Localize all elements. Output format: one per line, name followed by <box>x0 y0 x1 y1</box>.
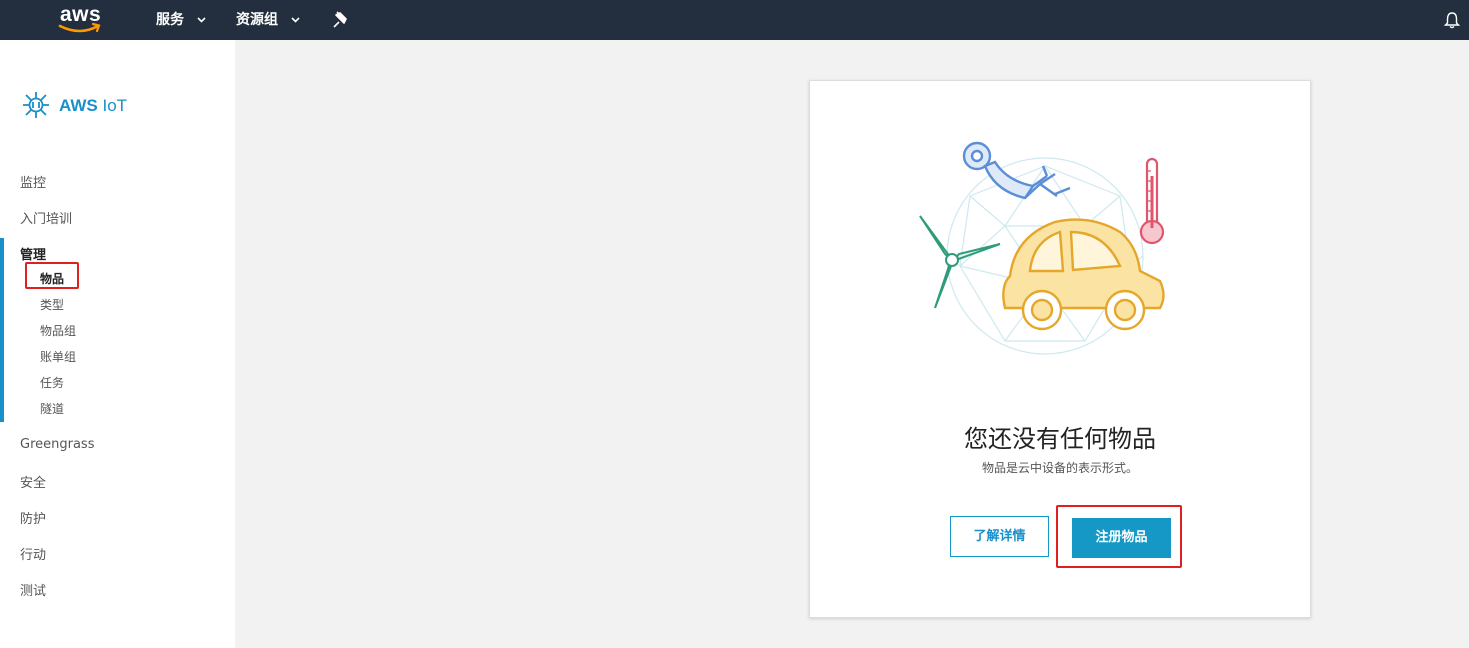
things-highlight-box <box>25 262 79 289</box>
bell-icon[interactable] <box>1443 11 1461 29</box>
sidebar: AWS IoT 监控 入门培训 管理 物品 类型 物品组 账单组 任务 隧道 G… <box>0 40 235 648</box>
aws-smile-icon <box>58 22 101 33</box>
sidebar-item-greengrass[interactable]: Greengrass <box>20 437 94 452</box>
services-label: 服务 <box>156 12 184 28</box>
register-highlight-box <box>1056 505 1182 568</box>
pin-icon[interactable] <box>332 11 348 29</box>
sidebar-subitem-tunnels[interactable]: 隧道 <box>40 400 64 417</box>
active-section-indicator <box>0 238 4 422</box>
chevron-down-icon <box>197 17 206 23</box>
brand-title: AWS IoT <box>59 96 127 116</box>
sidebar-item-defend[interactable]: 防护 <box>20 508 46 527</box>
sidebar-item-security[interactable]: 安全 <box>20 472 46 491</box>
aws-logo[interactable]: aws <box>58 4 104 36</box>
sidebar-subitem-types[interactable]: 类型 <box>40 296 64 313</box>
sidebar-item-act[interactable]: 行动 <box>20 544 46 563</box>
sidebar-item-onboard[interactable]: 入门培训 <box>20 208 72 227</box>
resource-groups-menu[interactable]: 资源组 <box>236 0 300 40</box>
resource-groups-label: 资源组 <box>236 12 278 28</box>
sidebar-subitem-billing-groups[interactable]: 账单组 <box>40 348 76 365</box>
services-menu[interactable]: 服务 <box>156 0 206 40</box>
top-navigation-bar: aws 服务 资源组 <box>0 0 1469 40</box>
sidebar-item-manage[interactable]: 管理 <box>20 244 46 263</box>
empty-state-subtitle: 物品是云中设备的表示形式。 <box>981 461 1138 475</box>
chevron-down-icon <box>291 17 300 23</box>
brand-title-strong: AWS <box>59 96 98 115</box>
iot-brand-icon <box>23 92 49 118</box>
iot-illustration <box>919 141 1165 355</box>
sidebar-subitem-jobs[interactable]: 任务 <box>40 374 64 391</box>
learn-more-button[interactable]: 了解详情 <box>950 516 1049 557</box>
sidebar-item-monitor[interactable]: 监控 <box>20 172 46 191</box>
brand-title-light: IoT <box>102 96 128 115</box>
empty-state-title: 您还没有任何物品 <box>964 425 1156 453</box>
sidebar-subitem-thing-groups[interactable]: 物品组 <box>40 322 76 339</box>
sidebar-item-test[interactable]: 测试 <box>20 580 46 599</box>
